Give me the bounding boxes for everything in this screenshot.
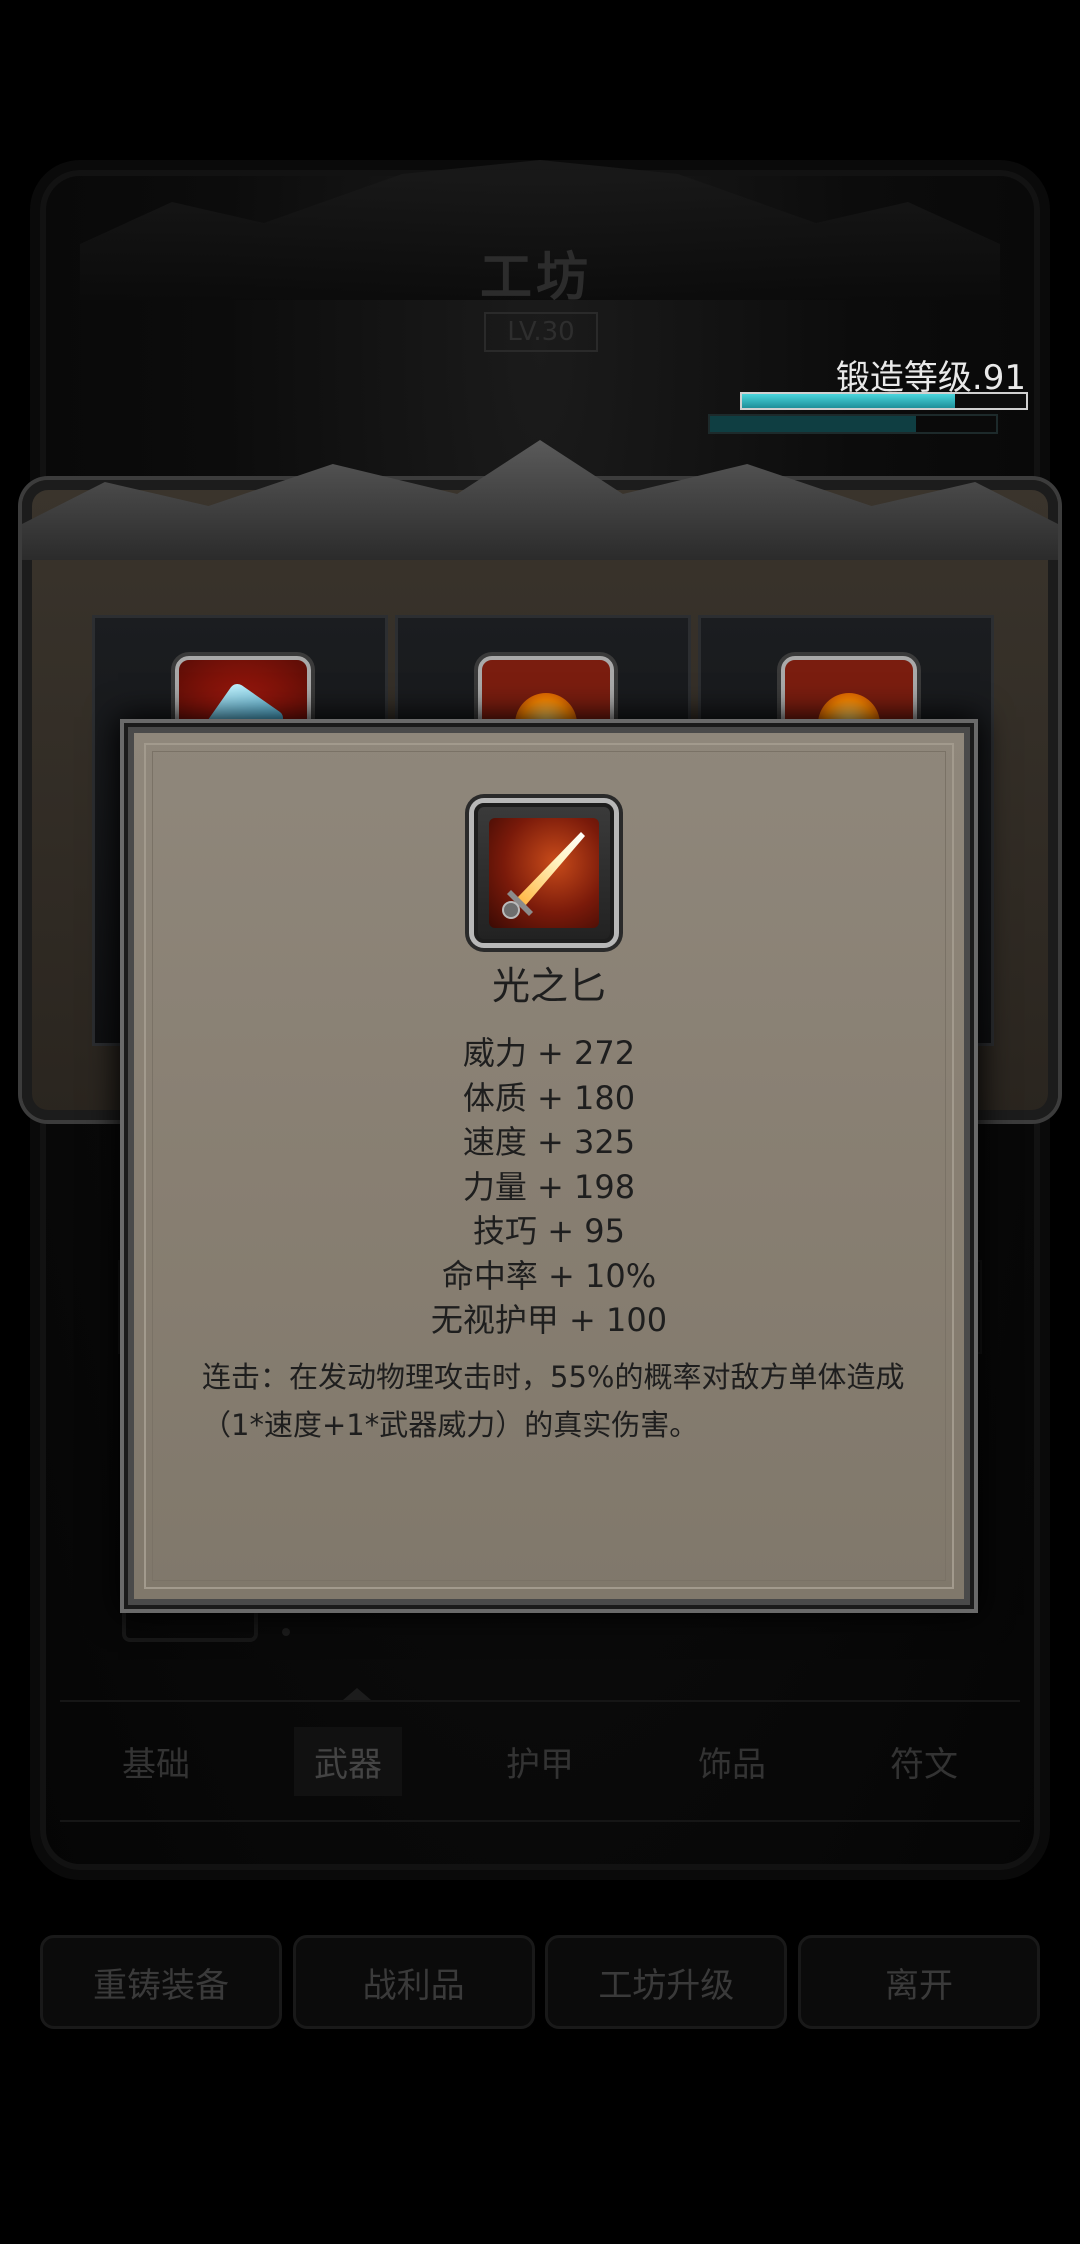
secondary-progress-bar [708,414,998,434]
workshop-level-badge: LV.30 [484,312,598,352]
workshop-title: 工坊 [480,248,593,308]
forge-progress-fill [742,394,955,408]
stat-strength: 力量 + 198 [462,1167,636,1206]
tab-rune[interactable]: 符文 [870,1727,978,1796]
tab-weapon[interactable]: 武器 [294,1726,402,1796]
indicator-dot [282,1628,290,1636]
active-tab-caret [343,1688,371,1700]
item-name: 光之匕 [491,964,606,1008]
item-stats-list: 威力 + 272 体质 + 180 速度 + 325 力量 + 198 技巧 +… [134,1031,964,1343]
golden-dagger-icon [474,803,614,943]
tab-armor[interactable]: 护甲 [486,1727,594,1796]
tab-accessory[interactable]: 饰品 [678,1727,786,1796]
action-bar: 重铸装备 战利品 工坊升级 离开 [40,1935,1040,2029]
item-detail-popup[interactable]: 光之匕 威力 + 272 体质 + 180 速度 + 325 力量 + 198 … [128,727,970,1605]
workshop-upgrade-button[interactable]: 工坊升级 [545,1935,788,2029]
stat-constitution: 体质 + 180 [462,1078,636,1117]
stat-skill: 技巧 + 95 [473,1212,625,1250]
secondary-progress-fill [710,416,916,432]
stat-speed: 速度 + 325 [462,1123,636,1161]
loot-button[interactable]: 战利品 [292,1935,535,2029]
reforge-button[interactable]: 重铸装备 [40,1935,282,2029]
stat-hit-rate: 命中率 + 10% [441,1256,657,1295]
leave-button[interactable]: 离开 [797,1935,1040,2029]
stat-power: 威力 + 272 [462,1034,636,1072]
category-tabs: 基础 武器 护甲 饰品 符文 [60,1700,1020,1822]
stat-armor-ignore: 无视护甲 + 100 [430,1301,668,1339]
tab-basic[interactable]: 基础 [102,1727,210,1796]
item-effect-description: 连击：在发动物理攻击时，55%的概率对敌方单体造成（1*速度+1*武器威力）的真… [202,1360,905,1442]
forge-progress-bar [740,392,1028,410]
